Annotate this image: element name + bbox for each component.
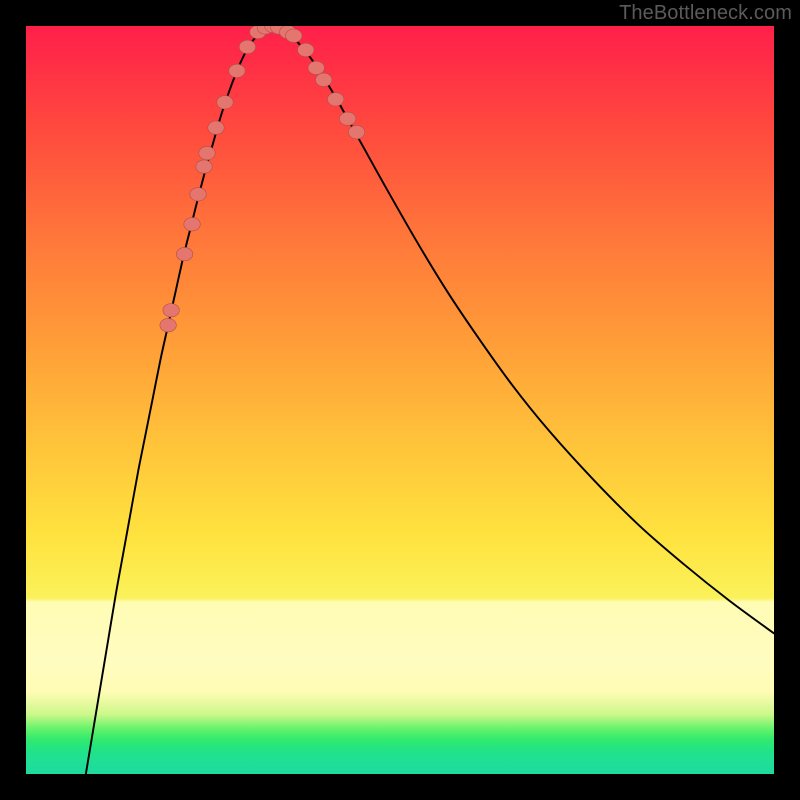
marker-point [239, 40, 255, 53]
marker-point [208, 121, 224, 134]
marker-point [327, 93, 343, 106]
marker-point [315, 73, 331, 86]
marker-point [286, 29, 302, 42]
marker-point [229, 64, 245, 77]
marker-point [308, 61, 324, 74]
marker-point [339, 112, 355, 125]
marker-point [184, 217, 200, 230]
marker-point [196, 160, 212, 173]
marker-point [160, 318, 176, 331]
bottleneck-curve [86, 26, 774, 774]
watermark-text: TheBottleneck.com [619, 2, 792, 25]
marker-point [176, 247, 192, 260]
marker-point [163, 304, 179, 317]
marker-point [199, 146, 215, 159]
marker-point [348, 125, 364, 138]
marker-point [190, 188, 206, 201]
marker-point [217, 96, 233, 109]
chart-svg [26, 26, 774, 774]
marker-point [298, 43, 314, 56]
chart-frame [26, 26, 774, 774]
marker-group [160, 26, 365, 332]
